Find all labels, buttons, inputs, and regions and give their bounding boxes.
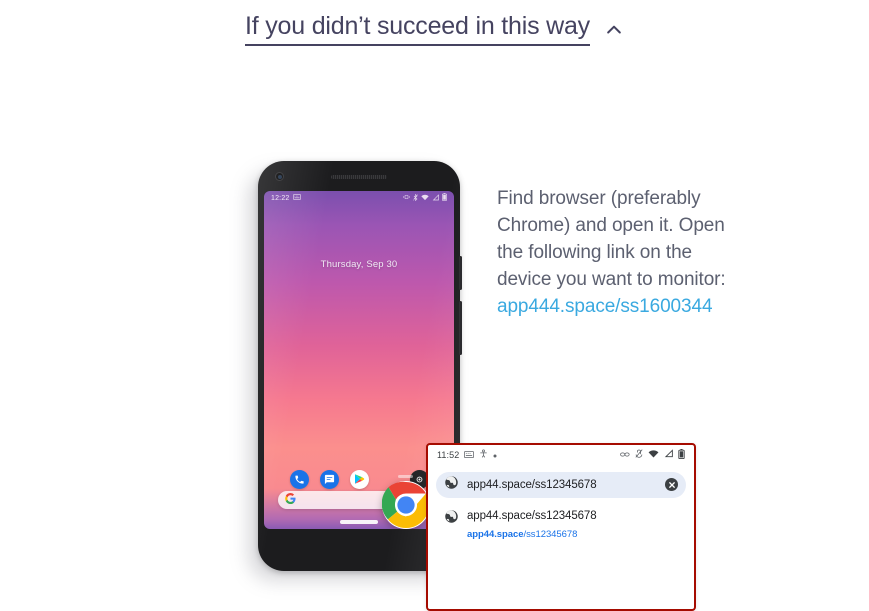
power-button <box>459 255 462 290</box>
suggestion-subtitle: app44.space/ss12345678 <box>467 529 577 540</box>
omnibox-suggestion[interactable]: app44.space/ss12345678 app44.space/ss123… <box>436 504 686 544</box>
earpiece-speaker <box>331 174 387 179</box>
status-bar-time: 12:22 <box>271 194 290 202</box>
phone-top-bezel <box>258 161 460 191</box>
battery-icon <box>678 448 685 461</box>
globe-icon <box>444 475 459 495</box>
messages-app-icon[interactable] <box>319 469 339 489</box>
wifi-icon <box>421 194 429 203</box>
collapse-section-toggle[interactable]: If you didn’t succeed in this way <box>245 12 624 46</box>
phone-app-icon[interactable] <box>289 469 309 489</box>
suggestion-subtitle-domain: app44.space <box>467 528 524 540</box>
signal-icon <box>664 449 673 460</box>
chevron-up-icon[interactable] <box>604 20 624 40</box>
link-icon <box>620 450 630 460</box>
omnibox[interactable]: app44.space/ss12345678 <box>436 471 686 498</box>
illustration-stage: 12:22 Thursday, Sep 30 Find browser (pre… <box>0 46 869 611</box>
omnibox-value: app44.space/ss12345678 <box>467 478 597 491</box>
instructions-text: Find browser (preferably Chrome) and ope… <box>497 187 726 290</box>
keyboard-icon <box>464 450 475 460</box>
vibrate-icon <box>403 194 410 202</box>
keyboard-icon <box>292 194 301 202</box>
google-g-icon <box>285 492 296 507</box>
section-header: If you didn’t succeed in this way <box>0 0 869 46</box>
lockscreen-date: Thursday, Sep 30 <box>320 258 398 270</box>
signal-icon <box>432 193 439 203</box>
front-camera-icon <box>275 171 284 181</box>
home-gesture-bar[interactable] <box>340 520 378 524</box>
volume-button <box>459 300 462 355</box>
instructions-block: Find browser (preferably Chrome) and ope… <box>497 185 732 320</box>
suggestion-subtitle-path: /ss12345678 <box>523 528 578 540</box>
battery-icon <box>442 193 447 203</box>
globe-icon <box>444 509 459 529</box>
chrome-app-icon[interactable] <box>381 480 430 529</box>
suggestion-title: app44.space/ss12345678 <box>467 509 597 522</box>
bluetooth-icon <box>413 193 418 203</box>
clear-x-icon[interactable] <box>665 478 678 492</box>
card-status-bar-time: 11:52 <box>437 449 460 460</box>
chrome-drag-hint <box>398 474 413 478</box>
mute-icon <box>635 449 643 460</box>
page-title: If you didn’t succeed in this way <box>245 12 590 46</box>
dot-icon <box>493 450 497 460</box>
monitor-link[interactable]: app444.space/ss1600344 <box>497 293 732 320</box>
card-status-bar: 11:52 <box>428 445 694 465</box>
browser-screenshot-card: 11:52 app44.space/ss12345678 app44.space… <box>426 442 696 611</box>
phone-status-bar: 12:22 <box>264 191 454 206</box>
play-store-app-icon[interactable] <box>349 469 369 489</box>
wifi-icon <box>648 450 659 460</box>
accessibility-icon <box>479 449 488 460</box>
